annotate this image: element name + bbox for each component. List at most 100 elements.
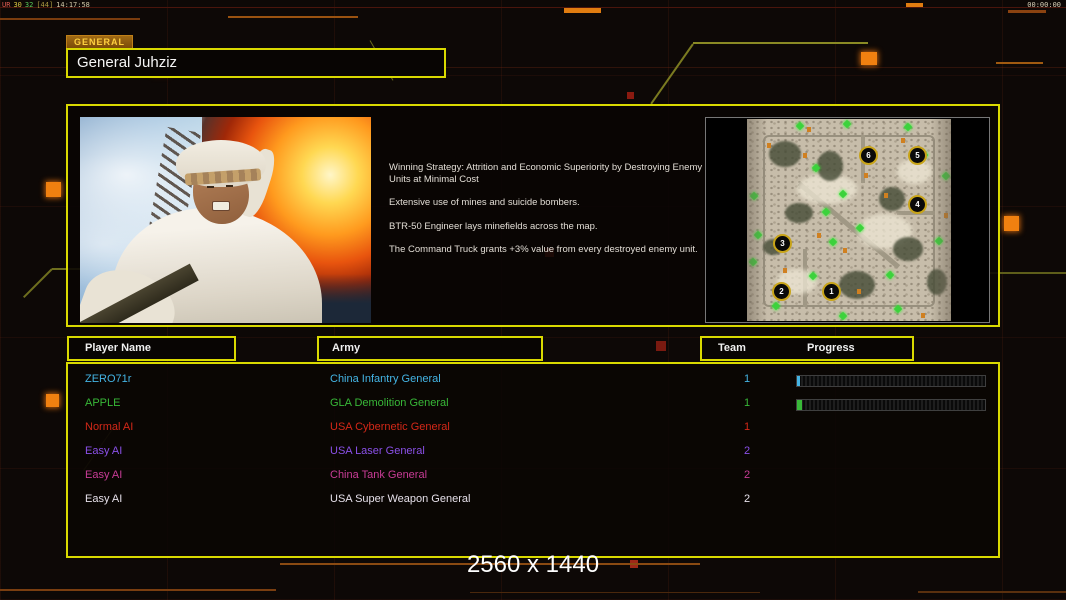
map-unit-marker: [811, 163, 821, 173]
map-supply-marker: [857, 289, 861, 294]
player-army-cell: China Tank General: [330, 469, 428, 481]
deco-square: [46, 394, 59, 407]
fps-stat-part: UR: [2, 1, 11, 9]
player-team-cell: 1: [743, 373, 751, 385]
deco-circuit-line: [23, 268, 53, 298]
fps-stat-part: [44]: [36, 1, 54, 9]
map-sand-patch: [857, 214, 912, 249]
fps-stats-overlay: UR 30 32 [44] 14:17:58: [2, 1, 93, 9]
map-unit-marker: [934, 236, 944, 246]
header-army: Army: [317, 336, 543, 361]
map-start-position: 5: [908, 146, 927, 165]
player-army-cell: USA Super Weapon General: [330, 493, 471, 505]
general-bio: Winning Strategy: Attrition and Economic…: [389, 162, 704, 268]
map-supply-marker: [817, 233, 821, 238]
map-unit-marker: [842, 119, 852, 129]
map-supply-marker: [944, 213, 948, 218]
table-row: Easy AI USA Laser General 2: [68, 440, 998, 464]
player-name-cell: Easy AI: [85, 445, 123, 457]
map-road: [803, 249, 807, 307]
map-start-position: 1: [822, 282, 841, 301]
header-team-label: Team: [718, 342, 746, 354]
map-unit-marker: [893, 304, 903, 314]
map-start-position: 4: [908, 195, 927, 214]
map-sand-patch: [797, 174, 857, 204]
player-army-cell: USA Laser General: [330, 445, 425, 457]
map-preview-panel: 1 2 3 4 5 6: [705, 117, 990, 323]
map-unit-marker: [838, 311, 848, 321]
portrait-eye: [206, 186, 214, 188]
player-name-cell: ZERO71r: [85, 373, 132, 385]
map-tree-cluster: [817, 151, 843, 181]
general-name-box: General Juhziz: [66, 48, 446, 78]
fps-stat-part: 30: [13, 1, 22, 9]
player-team-cell: 2: [743, 445, 751, 457]
portrait-eye: [225, 184, 233, 187]
player-name-cell: APPLE: [85, 397, 121, 409]
player-name-cell: Normal AI: [85, 421, 134, 433]
map-tree-cluster: [927, 269, 947, 295]
bio-paragraph: Winning Strategy: Attrition and Economic…: [389, 162, 703, 185]
map-supply-marker: [767, 143, 771, 148]
map-tree-cluster: [839, 271, 875, 299]
table-row: Easy AI USA Super Weapon General 2: [68, 488, 998, 512]
deco-line: [564, 8, 601, 13]
map-unit-marker: [885, 270, 895, 280]
deco-line: [228, 16, 358, 18]
map-unit-marker: [748, 257, 758, 267]
deco-line: [996, 62, 1043, 64]
table-row: Normal AI USA Cybernetic General 1: [68, 416, 998, 440]
fps-stat-part: 32: [24, 1, 34, 9]
map-unit-marker: [795, 121, 805, 131]
header-player-name-label: Player Name: [85, 342, 152, 354]
header-player-name: Player Name: [67, 336, 236, 361]
map-unit-marker: [821, 207, 831, 217]
player-army-cell: China Infantry General: [330, 373, 441, 385]
general-name: General Juhziz: [77, 54, 178, 71]
fps-stat-part: 14:17:58: [56, 1, 90, 9]
deco-circuit-line: [693, 42, 868, 44]
map-unit-marker: [808, 271, 818, 281]
deco-circuit-line: [650, 43, 694, 105]
map-unit-marker: [753, 230, 763, 240]
map-supply-marker: [884, 193, 888, 198]
deco-square: [656, 341, 666, 351]
map-start-position: 6: [859, 146, 878, 165]
map-unit-marker: [903, 122, 913, 132]
player-name-cell: Easy AI: [85, 469, 123, 481]
map-supply-marker: [783, 268, 787, 273]
deco-line: [0, 7, 1066, 8]
map-unit-marker: [941, 171, 951, 181]
map-start-position: 2: [772, 282, 791, 301]
general-info-panel: Winning Strategy: Attrition and Economic…: [66, 104, 1000, 327]
map-preview-image: 1 2 3 4 5 6: [747, 119, 951, 321]
map-tree-cluster: [785, 203, 813, 223]
player-name-cell: Easy AI: [85, 493, 123, 505]
player-team-cell: 2: [743, 493, 751, 505]
deco-square: [46, 182, 61, 197]
bio-paragraph: The Command Truck grants +3% value from …: [389, 244, 698, 255]
map-unit-marker: [749, 191, 759, 201]
deco-line: [906, 3, 923, 7]
map-tree-cluster: [893, 237, 923, 261]
player-army-cell: USA Cybernetic General: [330, 421, 450, 433]
deco-line: [1008, 10, 1046, 13]
table-row: ZERO71r China Infantry General 1: [68, 368, 998, 392]
player-rows: ZERO71r China Infantry General 1 APPLE GLA D…: [68, 368, 998, 512]
player-army-cell: GLA Demolition General: [330, 397, 449, 409]
bio-paragraph: BTR-50 Engineer lays minefields across t…: [389, 220, 598, 232]
table-row: APPLE GLA Demolition General 1: [68, 392, 998, 416]
header-army-label: Army: [332, 342, 361, 354]
progress-fill: [797, 376, 800, 386]
header-team-progress: Team Progress: [700, 336, 914, 361]
map-supply-marker: [921, 313, 925, 318]
header-progress-label: Progress: [806, 342, 855, 354]
map-supply-marker: [843, 248, 847, 253]
deco-square: [627, 92, 634, 99]
player-team-cell: 1: [743, 397, 751, 409]
map-start-position: 3: [773, 234, 792, 253]
deco-line: [0, 18, 140, 20]
portrait-mouth: [212, 201, 231, 211]
deco-square: [1004, 216, 1019, 231]
resolution-text: 2560 x 1440: [466, 551, 600, 578]
